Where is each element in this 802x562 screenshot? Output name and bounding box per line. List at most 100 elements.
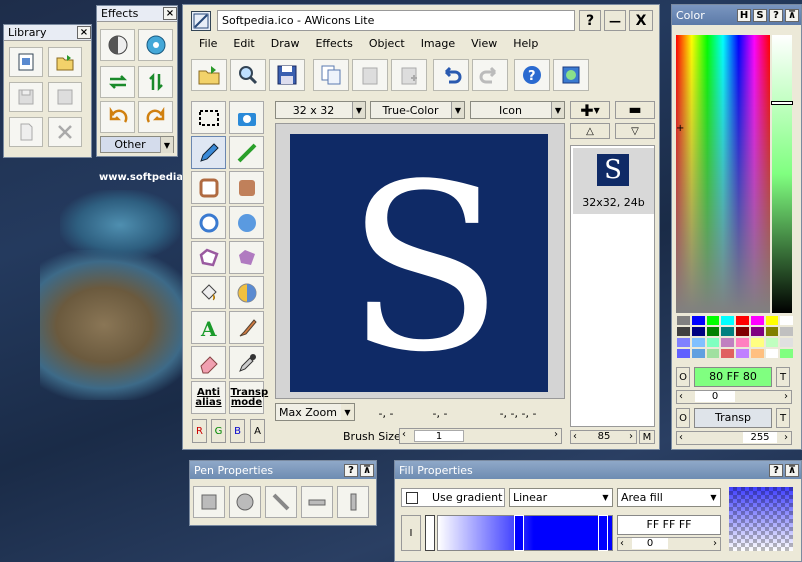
gradient-stop-mid[interactable]	[514, 515, 524, 551]
fill-titlebar[interactable]: Fill Properties ? ⊼	[395, 461, 801, 479]
color-hex-field[interactable]: 80 FF 80	[694, 367, 772, 387]
chevron-right-icon[interactable]: ›	[629, 431, 633, 442]
color-pin-button[interactable]: ⊼	[785, 8, 799, 22]
menu-help[interactable]: Help	[505, 37, 546, 53]
chevron-right-icon[interactable]: ›	[713, 538, 717, 549]
library-open-icon[interactable]	[48, 47, 82, 77]
move-down-button[interactable]: ▽	[615, 123, 655, 139]
menu-effects[interactable]: Effects	[307, 37, 360, 53]
palette-swatch[interactable]	[720, 337, 735, 348]
gradient-type-combo[interactable]: Linear ▼	[509, 488, 613, 507]
color-t2-button[interactable]: T	[776, 408, 790, 428]
toolbar-zoom-icon[interactable]	[230, 59, 266, 91]
main-close-button[interactable]: X	[629, 10, 653, 31]
zoom-combo[interactable]: Max Zoom ▼	[275, 403, 355, 421]
main-titlebar[interactable]: Softpedia.ico - AWicons Lite ? — X	[183, 5, 659, 35]
fill-i-button[interactable]: I	[401, 515, 421, 551]
color-s-button[interactable]: S	[753, 8, 767, 22]
effect-rotate-left-icon[interactable]	[100, 101, 135, 133]
tool-line-icon[interactable]	[229, 136, 264, 169]
effects-close-button[interactable]: ×	[163, 7, 177, 20]
color-h-button[interactable]: H	[737, 8, 751, 22]
chevron-left-icon[interactable]: ‹	[620, 538, 624, 549]
tool-ellipse-filled-icon[interactable]	[229, 206, 264, 239]
color-o-button[interactable]: O	[676, 367, 690, 387]
palette-swatch[interactable]	[690, 326, 706, 337]
pen-diagonal-icon[interactable]	[265, 486, 297, 518]
palette-swatch[interactable]	[735, 315, 750, 326]
channel-b-button[interactable]: B	[230, 419, 245, 443]
pen-pin-button[interactable]: ⊼	[360, 463, 374, 477]
channel-g-button[interactable]: G	[211, 419, 226, 443]
tool-bucket-icon[interactable]	[191, 276, 226, 309]
size-combo[interactable]: 32 x 32 ▼	[275, 101, 366, 119]
palette-swatch[interactable]	[676, 315, 691, 326]
library-titlebar[interactable]: Library ×	[4, 25, 91, 41]
menu-object[interactable]: Object	[361, 37, 413, 53]
effect-aperture-icon[interactable]	[138, 29, 173, 61]
gradient-stop-right[interactable]	[598, 515, 608, 551]
color-slider-1[interactable]: ‹ 0 ›	[676, 390, 792, 404]
lightness-bar[interactable]	[771, 35, 793, 313]
chevron-right-icon[interactable]: ›	[554, 429, 558, 440]
tool-select-rect-icon[interactable]	[191, 101, 226, 134]
palette-swatch[interactable]	[690, 337, 706, 348]
palette-swatch[interactable]	[779, 348, 794, 359]
color-help-button[interactable]: ?	[769, 8, 783, 22]
menu-file[interactable]: File	[191, 37, 225, 53]
menu-edit[interactable]: Edit	[225, 37, 262, 53]
effects-other-combo[interactable]: Other ▼	[100, 136, 174, 153]
transp-field[interactable]: Transp	[694, 408, 772, 428]
palette-swatch[interactable]	[705, 337, 721, 348]
fill-type-combo[interactable]: Area fill ▼	[617, 488, 721, 507]
palette-swatch[interactable]	[779, 315, 794, 326]
menu-draw[interactable]: Draw	[263, 37, 308, 53]
palette-swatch[interactable]	[764, 337, 780, 348]
color-slider-2[interactable]: ‹ 255 ›	[676, 431, 792, 445]
toolbar-undo-icon[interactable]	[433, 59, 469, 91]
palette-swatch[interactable]	[676, 348, 691, 359]
fill-help-button[interactable]: ?	[769, 463, 783, 477]
palette-swatch[interactable]	[779, 326, 794, 337]
brush-size-slider[interactable]: ‹ 1 ›	[399, 428, 562, 444]
palette-swatch[interactable]	[749, 348, 765, 359]
color-o2-button[interactable]: O	[676, 408, 690, 428]
color-depth-combo[interactable]: True-Color ▼	[370, 101, 465, 119]
tool-gradient-icon[interactable]	[229, 276, 264, 309]
pen-horizontal-icon[interactable]	[301, 486, 333, 518]
channel-r-button[interactable]: R	[192, 419, 207, 443]
color-titlebar[interactable]: Color H S ? ⊼	[672, 5, 801, 25]
chevron-left-icon[interactable]: ‹	[402, 429, 406, 440]
pen-vertical-icon[interactable]	[337, 486, 369, 518]
palette-swatch[interactable]	[720, 315, 735, 326]
palette-swatch[interactable]	[705, 326, 721, 337]
main-help-button[interactable]: ?	[579, 10, 601, 31]
palette-swatch[interactable]	[676, 337, 691, 348]
palette-swatch[interactable]	[705, 315, 721, 326]
palette-swatch[interactable]	[779, 337, 794, 348]
icon-canvas[interactable]: S	[290, 134, 548, 392]
pen-circle-icon[interactable]	[229, 486, 261, 518]
palette-swatch[interactable]	[720, 326, 735, 337]
move-up-button[interactable]: △	[570, 123, 610, 139]
tool-pencil-icon[interactable]	[191, 136, 226, 169]
tool-rect-filled-icon[interactable]	[229, 171, 264, 204]
brush-size-thumb[interactable]: 1	[414, 430, 464, 442]
toolbar-save-icon[interactable]	[269, 59, 305, 91]
toolbar-copy-icon[interactable]	[313, 59, 349, 91]
tool-ellipse-outline-icon[interactable]	[191, 206, 226, 239]
right-slider[interactable]: ‹ 85 ›	[570, 430, 637, 444]
chevron-left-icon[interactable]: ‹	[679, 391, 683, 402]
effect-flip-h-icon[interactable]	[100, 66, 135, 98]
chevron-left-icon[interactable]: ‹	[679, 432, 683, 443]
color-t-button[interactable]: T	[776, 367, 790, 387]
tool-rect-outline-icon[interactable]	[191, 171, 226, 204]
gradient-stop-left[interactable]	[425, 515, 435, 551]
chevron-right-icon[interactable]: ›	[784, 391, 788, 402]
tool-brush-icon[interactable]	[229, 311, 264, 344]
palette-swatch[interactable]	[764, 348, 780, 359]
library-close-button[interactable]: ×	[77, 26, 91, 39]
image-type-combo[interactable]: Icon ▼	[470, 101, 565, 119]
pen-square-icon[interactable]	[193, 486, 225, 518]
palette-swatch[interactable]	[749, 326, 765, 337]
